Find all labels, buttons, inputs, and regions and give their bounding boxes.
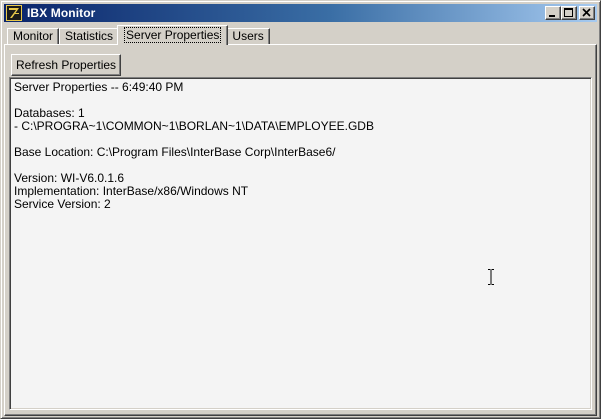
memo-line [14, 94, 587, 107]
minimize-icon [549, 15, 555, 17]
tab-server-properties[interactable]: Server Properties [117, 25, 229, 45]
memo-line: Base Location: C:\Program Files\InterBas… [14, 145, 336, 159]
window-title: IBX Monitor [27, 6, 96, 20]
tab-users[interactable]: Users [226, 28, 270, 45]
close-button[interactable] [579, 6, 595, 20]
maximize-button[interactable] [561, 6, 577, 20]
app-window: IBX Monitor Monitor Statistics Server Pr… [0, 0, 601, 419]
text-cursor-icon [488, 269, 494, 285]
memo-line: - C:\PROGRA~1\COMMON~1\BORLAN~1\DATA\EMP… [14, 119, 374, 133]
memo-line: Server Properties -- 6:49:40 PM [14, 80, 184, 94]
maximize-icon [564, 8, 573, 17]
server-properties-panel: Refresh Properties Server Properties -- … [4, 44, 597, 416]
tab-statistics[interactable]: Statistics [59, 28, 120, 45]
tab-strip: Monitor Statistics Server Properties Use… [7, 25, 270, 45]
tab-server-properties-label: Server Properties [124, 27, 222, 43]
refresh-properties-button[interactable]: Refresh Properties [11, 54, 122, 76]
minimize-button[interactable] [545, 6, 561, 20]
close-icon [582, 8, 591, 17]
window-controls [545, 6, 595, 20]
memo-line: Service Version: 2 [14, 197, 111, 211]
title-bar[interactable]: IBX Monitor [4, 4, 597, 22]
app-icon[interactable] [6, 5, 22, 21]
properties-memo[interactable]: Server Properties -- 6:49:40 PM Database… [9, 77, 592, 410]
tab-monitor[interactable]: Monitor [7, 28, 60, 45]
